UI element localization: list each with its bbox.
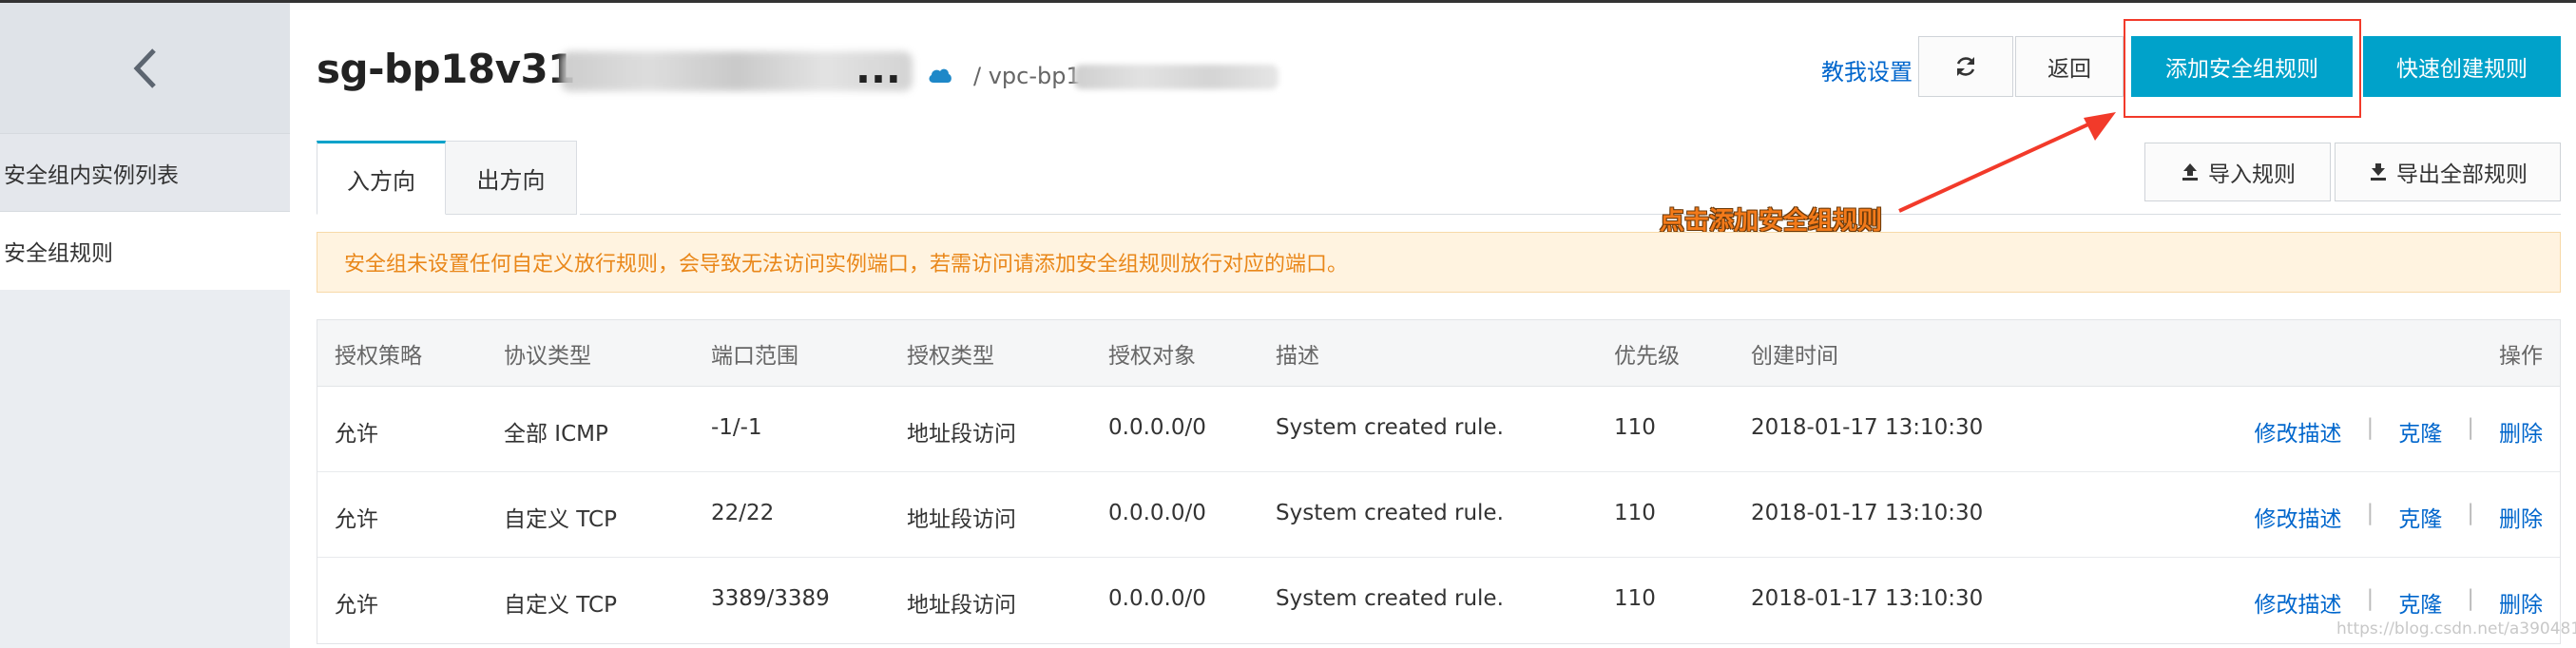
col-actions: 操作 [2499, 343, 2543, 369]
import-rules-button[interactable]: 导入规则 [2144, 143, 2331, 201]
back-arrow-button[interactable] [0, 3, 290, 134]
separator: | [2467, 415, 2474, 440]
table-row: 允许 自定义 TCP 3389/3389 地址段访问 0.0.0.0/0 Sys… [317, 558, 2560, 643]
col-port: 端口范围 [711, 343, 798, 369]
cell-auth-type: 地址段访问 [907, 593, 1016, 618]
redacted-vpc [1074, 65, 1278, 89]
col-policy: 授权策略 [335, 343, 422, 369]
cell-priority: 110 [1614, 586, 1656, 611]
col-protocol: 协议类型 [504, 343, 591, 369]
cell-policy: 允许 [335, 593, 378, 618]
help-link[interactable]: 教我设置 [1821, 53, 1913, 86]
cell-desc: System created rule. [1276, 415, 1504, 440]
row-actions: 修改描述 | 克隆 | 删除 [2255, 586, 2544, 619]
refresh-button[interactable] [1918, 36, 2013, 97]
sidebar-item-label: 安全组规则 [4, 241, 113, 266]
cell-created: 2018-01-17 13:10:30 [1751, 501, 1984, 525]
separator: | [2467, 586, 2474, 611]
import-label: 导入规则 [2208, 162, 2296, 187]
col-target: 授权对象 [1108, 343, 1196, 369]
col-created: 创建时间 [1751, 343, 1838, 369]
warning-banner: 安全组未设置任何自定义放行规则，会导致无法访问实例端口，若需访问请添加安全组规则… [317, 232, 2561, 293]
tab-outbound[interactable]: 出方向 [446, 141, 577, 215]
col-desc: 描述 [1276, 343, 1319, 369]
cell-target: 0.0.0.0/0 [1108, 415, 1206, 440]
cell-target: 0.0.0.0/0 [1108, 501, 1206, 525]
upload-icon [2182, 163, 2198, 181]
col-priority: 优先级 [1614, 343, 1680, 369]
cell-auth-type: 地址段访问 [907, 422, 1016, 447]
table-row: 允许 自定义 TCP 22/22 地址段访问 0.0.0.0/0 System … [317, 472, 2560, 558]
edit-desc-link[interactable]: 修改描述 [2255, 415, 2342, 448]
sidebar-item-rules[interactable]: 安全组规则 [0, 212, 290, 290]
top-border [0, 0, 2576, 3]
annotation-arrow-icon [1898, 112, 2116, 213]
separator: | [2366, 586, 2374, 611]
separator: | [2366, 501, 2374, 525]
sidebar: 安全组内实例列表 安全组规则 [0, 3, 290, 648]
delete-link[interactable]: 删除 [2499, 415, 2543, 448]
download-icon [2371, 163, 2386, 181]
quick-create-button[interactable]: 快速创建规则 [2363, 36, 2561, 97]
add-rule-button[interactable]: 添加安全组规则 [2131, 36, 2353, 97]
return-button[interactable]: 返回 [2015, 36, 2124, 97]
separator: | [2467, 501, 2474, 525]
chevron-left-icon [133, 48, 156, 88]
cell-protocol: 自定义 TCP [504, 593, 617, 618]
page-title-ellipsis: ... [855, 46, 901, 92]
cloud-icon [929, 68, 952, 83]
clone-link[interactable]: 克隆 [2398, 586, 2442, 619]
row-actions: 修改描述 | 克隆 | 删除 [2255, 501, 2544, 533]
cell-port: -1/-1 [711, 415, 762, 440]
clone-link[interactable]: 克隆 [2398, 415, 2442, 448]
delete-link[interactable]: 删除 [2499, 586, 2543, 619]
cell-desc: System created rule. [1276, 501, 1504, 525]
clone-link[interactable]: 克隆 [2398, 501, 2442, 533]
col-auth-type: 授权类型 [907, 343, 994, 369]
tabs-divider [580, 214, 2561, 215]
sidebar-item-label: 安全组内实例列表 [4, 162, 179, 188]
cell-protocol: 全部 ICMP [504, 422, 608, 447]
vpc-label: / vpc-bp1 [973, 63, 1081, 89]
watermark: https://blog.csdn.net/a390481036 [2336, 619, 2576, 638]
cell-created: 2018-01-17 13:10:30 [1751, 586, 1984, 611]
cell-desc: System created rule. [1276, 586, 1504, 611]
edit-desc-link[interactable]: 修改描述 [2255, 586, 2342, 619]
cell-auth-type: 地址段访问 [907, 507, 1016, 532]
export-label: 导出全部规则 [2396, 162, 2528, 187]
edit-desc-link[interactable]: 修改描述 [2255, 501, 2342, 533]
sidebar-item-instances[interactable]: 安全组内实例列表 [0, 134, 290, 212]
separator: | [2366, 415, 2374, 440]
refresh-icon [1956, 57, 1975, 76]
page-title: sg-bp18v31 [317, 46, 575, 92]
row-actions: 修改描述 | 克隆 | 删除 [2255, 415, 2544, 448]
cell-created: 2018-01-17 13:10:30 [1751, 415, 1984, 440]
tab-inbound[interactable]: 入方向 [317, 141, 446, 215]
cell-port: 3389/3389 [711, 586, 830, 611]
direction-tabs: 入方向 出方向 [317, 141, 577, 215]
cell-priority: 110 [1614, 415, 1656, 440]
cell-protocol: 自定义 TCP [504, 507, 617, 532]
cell-priority: 110 [1614, 501, 1656, 525]
rules-table: 授权策略 协议类型 端口范围 授权类型 授权对象 描述 优先级 创建时间 操作 … [317, 319, 2561, 644]
export-rules-button[interactable]: 导出全部规则 [2335, 143, 2561, 201]
cell-target: 0.0.0.0/0 [1108, 586, 1206, 611]
delete-link[interactable]: 删除 [2499, 501, 2543, 533]
table-row: 允许 全部 ICMP -1/-1 地址段访问 0.0.0.0/0 System … [317, 387, 2560, 472]
cell-policy: 允许 [335, 507, 378, 532]
table-header: 授权策略 协议类型 端口范围 授权类型 授权对象 描述 优先级 创建时间 操作 [317, 320, 2560, 387]
cell-policy: 允许 [335, 422, 378, 447]
cell-port: 22/22 [711, 501, 775, 525]
